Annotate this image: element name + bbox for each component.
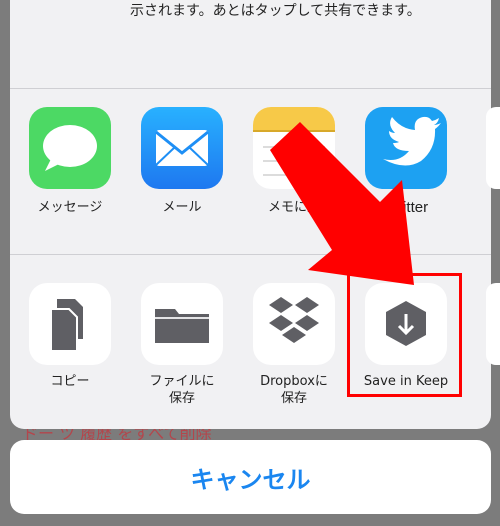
airdrop-icon — [28, 0, 118, 24]
mail-icon — [155, 130, 209, 166]
copy-button[interactable] — [29, 283, 111, 365]
save-to-files-label: ファイルに 保存 — [149, 374, 215, 406]
highlight-box — [347, 273, 462, 397]
airdrop-description: 示されます。あとはタップして共有できます。 — [130, 3, 421, 19]
annotation-arrow-icon — [270, 122, 414, 285]
messages-app-button[interactable] — [29, 107, 111, 189]
airdrop-row: 示されます。あとはタップして共有できます。 — [10, 0, 491, 89]
messages-icon — [43, 125, 97, 171]
mail-label: メール — [162, 200, 202, 215]
save-to-dropbox-button[interactable] — [253, 283, 335, 365]
more-apps-peek[interactable] — [486, 107, 500, 189]
dropbox-icon — [269, 297, 319, 343]
save-to-dropbox-label: Dropboxに 保存 — [260, 374, 328, 406]
messages-label: メッセージ — [37, 200, 103, 215]
cancel-button[interactable]: キャンセル — [10, 440, 491, 514]
mail-app-button[interactable] — [141, 107, 223, 189]
copy-icon — [50, 299, 83, 352]
copy-label: コピー — [50, 374, 90, 389]
more-actions-peek[interactable] — [486, 283, 500, 365]
folder-icon — [155, 309, 209, 343]
save-to-files-button[interactable] — [141, 283, 223, 365]
